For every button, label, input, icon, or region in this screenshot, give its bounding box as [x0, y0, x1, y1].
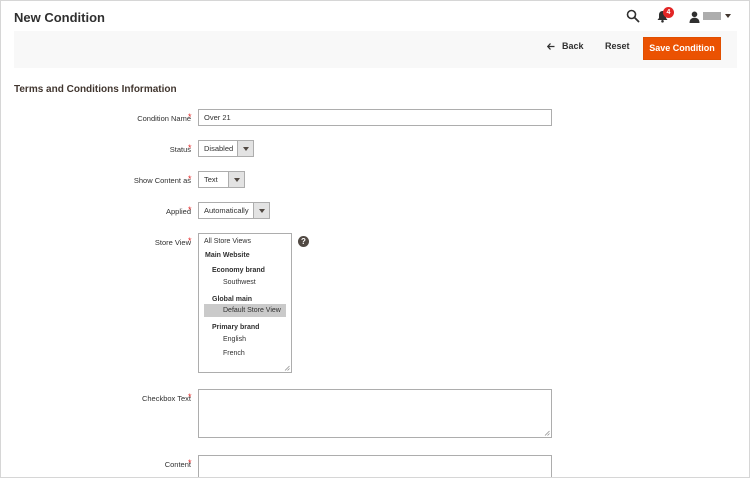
store-view-option-french[interactable]: French: [223, 349, 245, 359]
notifications-button[interactable]: 4: [657, 7, 677, 23]
page-actions-bar: Back Reset Save Condition: [14, 31, 737, 68]
back-button[interactable]: Back: [547, 41, 584, 51]
store-view-option-english[interactable]: English: [223, 335, 246, 345]
required-mark: *: [188, 143, 192, 153]
checkbox-text-label: Checkbox Text: [141, 394, 191, 403]
content-textarea[interactable]: [198, 455, 552, 477]
resize-handle-icon[interactable]: [544, 430, 550, 436]
required-mark: *: [188, 392, 192, 402]
chevron-down-icon: [237, 141, 253, 156]
store-view-option-default-store-view[interactable]: Default Store View: [204, 304, 286, 317]
notifications-badge: 4: [663, 7, 674, 18]
store-view-group-primary-brand: Primary brand: [212, 324, 260, 331]
condition-name-label: Condition Name: [137, 114, 191, 123]
applied-value: Automatically: [204, 206, 249, 215]
store-view-group-economy-brand: Economy brand: [212, 267, 265, 274]
arrow-left-icon: [547, 42, 555, 50]
admin-page: New Condition 4 Back Reset Save Conditio…: [0, 0, 750, 478]
show-content-as-label: Show Content as: [133, 176, 191, 185]
required-mark: *: [188, 205, 192, 215]
show-content-as-select[interactable]: Text: [198, 171, 245, 188]
store-view-option-all[interactable]: All Store Views: [204, 237, 251, 247]
required-mark: *: [188, 174, 192, 184]
user-name[interactable]: [703, 12, 721, 20]
applied-select[interactable]: Automatically: [198, 202, 270, 219]
save-condition-button[interactable]: Save Condition: [643, 37, 721, 60]
store-view-label: Store View: [154, 238, 191, 247]
page-title: New Condition: [14, 10, 105, 25]
store-view-multiselect[interactable]: All Store Views Main Website Economy bra…: [198, 233, 292, 373]
checkbox-text-textarea[interactable]: [198, 389, 552, 438]
status-value: Disabled: [204, 144, 234, 153]
search-icon[interactable]: [626, 9, 640, 23]
store-view-group-main-website: Main Website: [205, 252, 250, 259]
store-view-option-southwest[interactable]: Southwest: [223, 278, 256, 288]
section-title: Terms and Conditions Information: [14, 84, 177, 95]
chevron-down-icon: [253, 203, 269, 218]
back-button-label: Back: [562, 41, 584, 51]
resize-handle-icon[interactable]: [284, 365, 290, 371]
chevron-down-icon: [228, 172, 244, 187]
chevron-down-icon[interactable]: [725, 14, 731, 18]
reset-button[interactable]: Reset: [605, 41, 630, 51]
show-content-as-value: Text: [204, 175, 218, 184]
help-icon[interactable]: ?: [298, 236, 309, 247]
header-actions: 4: [626, 7, 731, 23]
condition-name-input[interactable]: Over 21: [198, 109, 552, 126]
required-mark: *: [188, 112, 192, 122]
status-select[interactable]: Disabled: [198, 140, 254, 157]
required-mark: *: [188, 236, 192, 246]
required-mark: *: [188, 458, 192, 468]
user-icon[interactable]: [689, 10, 700, 23]
